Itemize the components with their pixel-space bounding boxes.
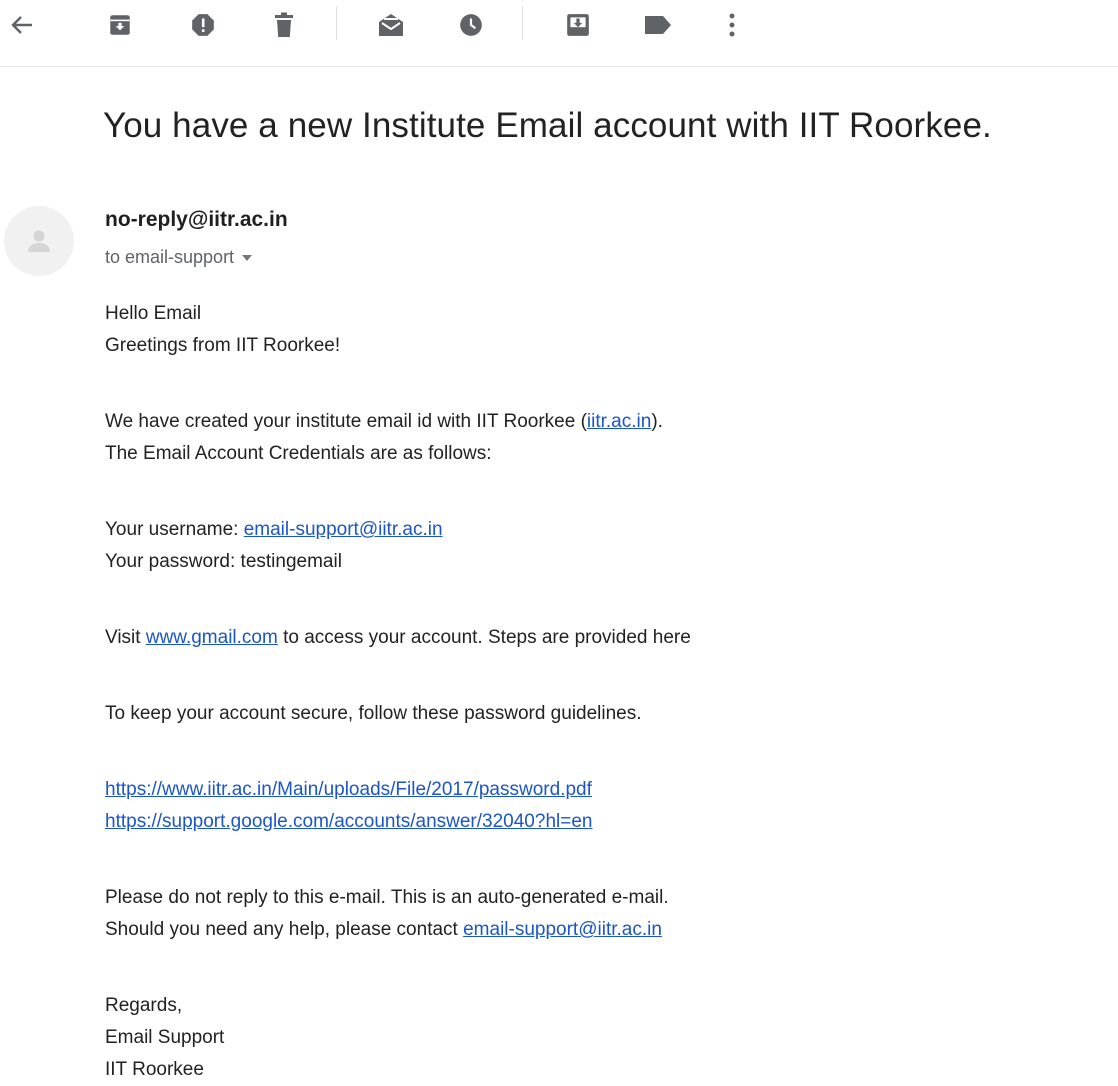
signature-team: Email Support [105,1027,225,1048]
visit-prefix: Visit [105,627,146,648]
password-guidelines-link-line: https://www.iitr.ac.in/Main/uploads/File… [105,774,1105,806]
greeting: Hello Email [105,303,202,324]
created-suffix: ). [651,411,663,432]
regards: Regards, [105,995,183,1016]
help-line: Should you need any help, please contact… [105,914,1105,946]
toolbar-divider [336,6,337,40]
email-subject: You have a new Institute Email account w… [103,106,992,145]
google-support-link-line: https://support.google.com/accounts/answ… [105,806,1105,838]
credentials-intro: The Email Account Credentials are as fol… [105,443,492,464]
signature-org: IIT Roorkee [105,1059,204,1080]
username-line: Your username: email-support@iitr.ac.in [105,514,1105,546]
toolbar-divider [522,6,523,40]
help-prefix: Should you need any help, please contact [105,919,464,940]
delete-icon[interactable] [269,10,299,40]
snooze-icon[interactable] [456,10,486,40]
visit-line: Visit www.gmail.com to access your accou… [105,622,1105,654]
recipient-label: to email-support [105,247,235,267]
google-support-link[interactable]: https://support.google.com/accounts/answ… [105,811,592,832]
back-arrow-icon[interactable] [7,10,37,40]
sender-email[interactable]: no-reply@iitr.ac.in [105,208,288,232]
password-line: Your password: testingemail [105,551,342,572]
report-spam-icon[interactable] [188,10,218,40]
caret-down-icon[interactable] [242,255,253,262]
mark-unread-icon[interactable] [376,10,406,40]
password-pdf-link[interactable]: https://www.iitr.ac.in/Main/uploads/File… [105,779,592,800]
greetings-line: Greetings from IIT Roorkee! [105,335,341,356]
support-email-link[interactable]: email-support@iitr.ac.in [463,919,662,940]
more-vert-icon[interactable] [717,10,747,40]
iitr-domain-link[interactable]: iitr.ac.in [587,411,651,432]
created-prefix: We have created your institute email id … [105,411,587,432]
username-link[interactable]: email-support@iitr.ac.in [244,519,443,540]
sender-avatar[interactable] [4,206,74,276]
toolbar [0,0,1118,67]
label-icon[interactable] [643,10,673,40]
created-line: We have created your institute email id … [105,406,1105,438]
noreply-line: Please do not reply to this e-mail. This… [105,887,669,908]
visit-suffix: to access your account. Steps are provid… [277,627,691,648]
person-icon [28,230,50,252]
secure-line: To keep your account secure, follow thes… [105,703,642,724]
email-body: Hello Email Greetings from IIT Roorkee! … [105,298,1105,1086]
username-label: Your username: [105,519,244,540]
recipient-details-toggle[interactable]: to email-support [105,247,253,268]
gmail-link[interactable]: www.gmail.com [146,627,278,648]
archive-icon[interactable] [105,10,135,40]
move-to-icon[interactable] [563,10,593,40]
